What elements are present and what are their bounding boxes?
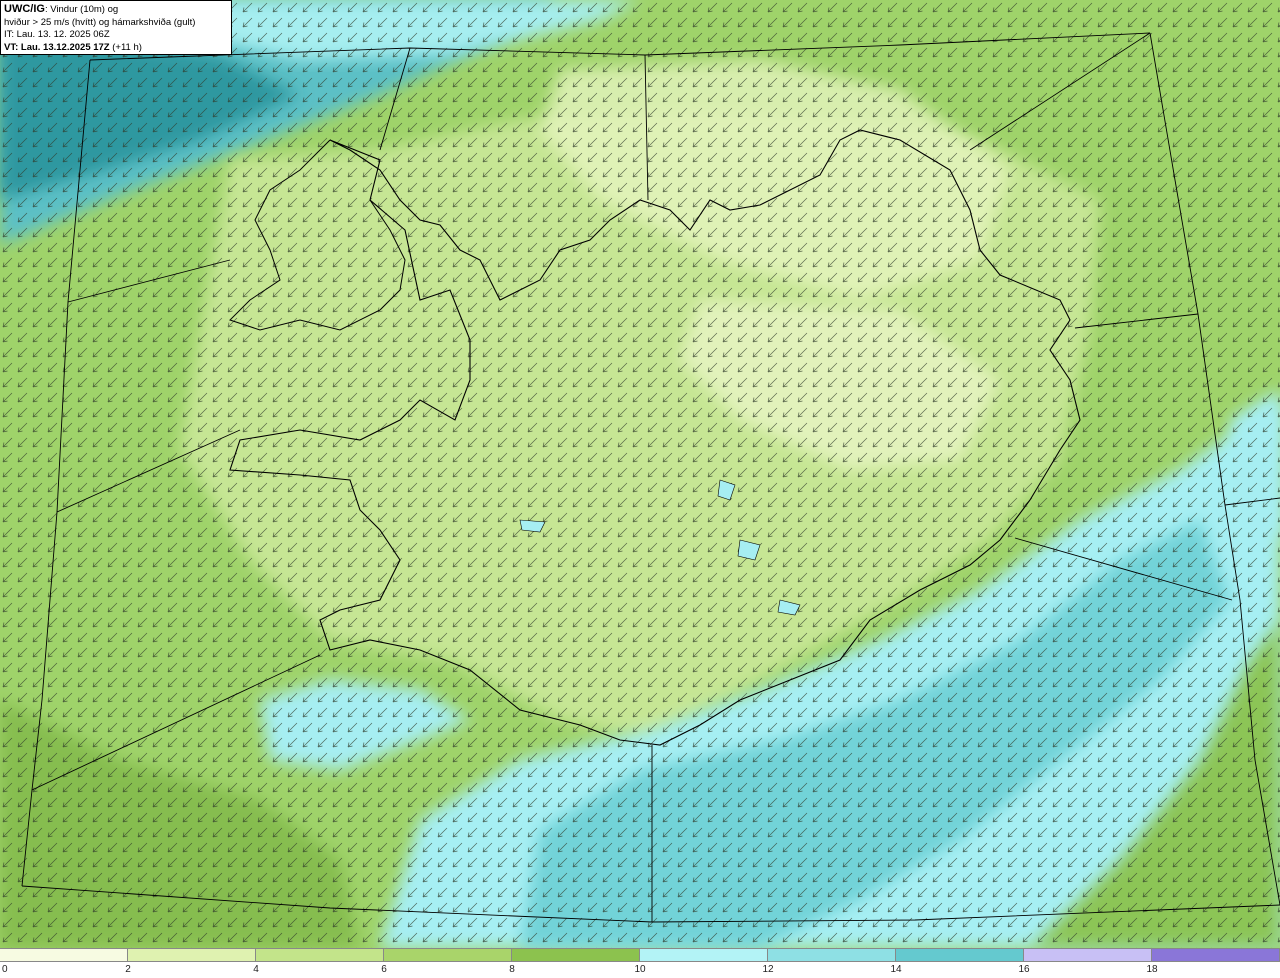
subtitle-line: hviður > 25 m/s (hvítt) og hámarkshviða … xyxy=(4,16,196,28)
colorbar-tick-label: 10 xyxy=(634,964,646,975)
colorbar-swatch xyxy=(512,949,640,961)
colorbar-swatch xyxy=(1024,949,1152,961)
init-time: IT: Lau. 13. 12. 2025 06Z xyxy=(4,29,110,40)
colorbar-swatch xyxy=(256,949,384,961)
colorbar-tick-label: 6 xyxy=(381,964,387,975)
title-text: : Vindur (10m) og xyxy=(44,4,119,15)
colorbar-tick-label: 12 xyxy=(762,964,774,975)
colorbar-swatch xyxy=(128,949,256,961)
colorbar-tick-label: 8 xyxy=(509,964,515,975)
wind-map xyxy=(0,0,1280,948)
colorbar-swatch xyxy=(768,949,896,961)
colorbar-tick-label: 18 xyxy=(1146,964,1158,975)
colorbar-swatch xyxy=(896,949,1024,961)
colorbar-tick-label: 2 xyxy=(125,964,131,975)
valid-offset: (+11 h) xyxy=(112,41,142,53)
colorbar-tick-label: 4 xyxy=(253,964,259,975)
colorbar-swatch xyxy=(640,949,768,961)
wind-arrows xyxy=(0,0,1280,948)
colorbar-legend: 0 2 4 6 8 10 12 14 16 18 xyxy=(0,948,1280,978)
colorbar-tick-label: 0 xyxy=(2,964,8,975)
wind-map-svg xyxy=(0,0,1280,948)
colorbar-swatch xyxy=(1152,949,1280,961)
valid-time: VT: Lau. 13.12.2025 17Z xyxy=(4,41,110,53)
colorbar-labels: 0 2 4 6 8 10 12 14 16 18 xyxy=(0,964,1280,978)
map-info-box: UWC/IG: Vindur (10m) og hviður > 25 m/s … xyxy=(0,0,232,55)
colorbar xyxy=(0,948,1280,962)
colorbar-swatch xyxy=(0,949,128,961)
colorbar-tick-label: 14 xyxy=(890,964,902,975)
title-line: UWC/IG: Vindur (10m) og xyxy=(4,3,228,17)
model-name: UWC/IG xyxy=(4,3,45,15)
valid-time-line: VT: Lau. 13.12.2025 17Z (+11 h) xyxy=(4,42,228,55)
colorbar-swatch xyxy=(384,949,512,961)
colorbar-tick-label: 16 xyxy=(1018,964,1030,975)
